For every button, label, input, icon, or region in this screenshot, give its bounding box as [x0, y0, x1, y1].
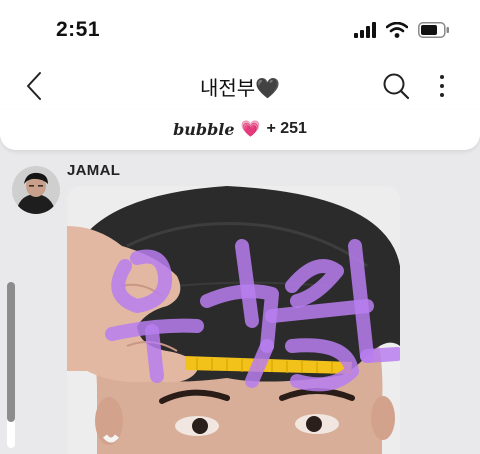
bubble-banner[interactable]: bubble 💗 + 251 [0, 110, 480, 150]
battery-icon [418, 22, 449, 38]
cellular-signal-icon [354, 22, 376, 38]
heart-icon: 💗 [240, 121, 261, 138]
sender-name: JAMAL [67, 162, 121, 179]
status-time: 2:51 [56, 18, 101, 41]
nav-bar: 내전부🖤 [0, 62, 480, 110]
avatar[interactable] [12, 166, 60, 214]
bubble-count: + 251 [266, 120, 307, 137]
more-vertical-icon[interactable] [434, 72, 450, 100]
bubble-logo: bubble [173, 119, 235, 139]
scrollbar-thumb[interactable] [7, 282, 15, 422]
status-icons [354, 22, 450, 38]
message-photo[interactable] [67, 186, 400, 454]
search-icon[interactable] [382, 72, 410, 100]
wifi-icon [386, 22, 408, 38]
status-bar: 2:51 [0, 0, 480, 62]
